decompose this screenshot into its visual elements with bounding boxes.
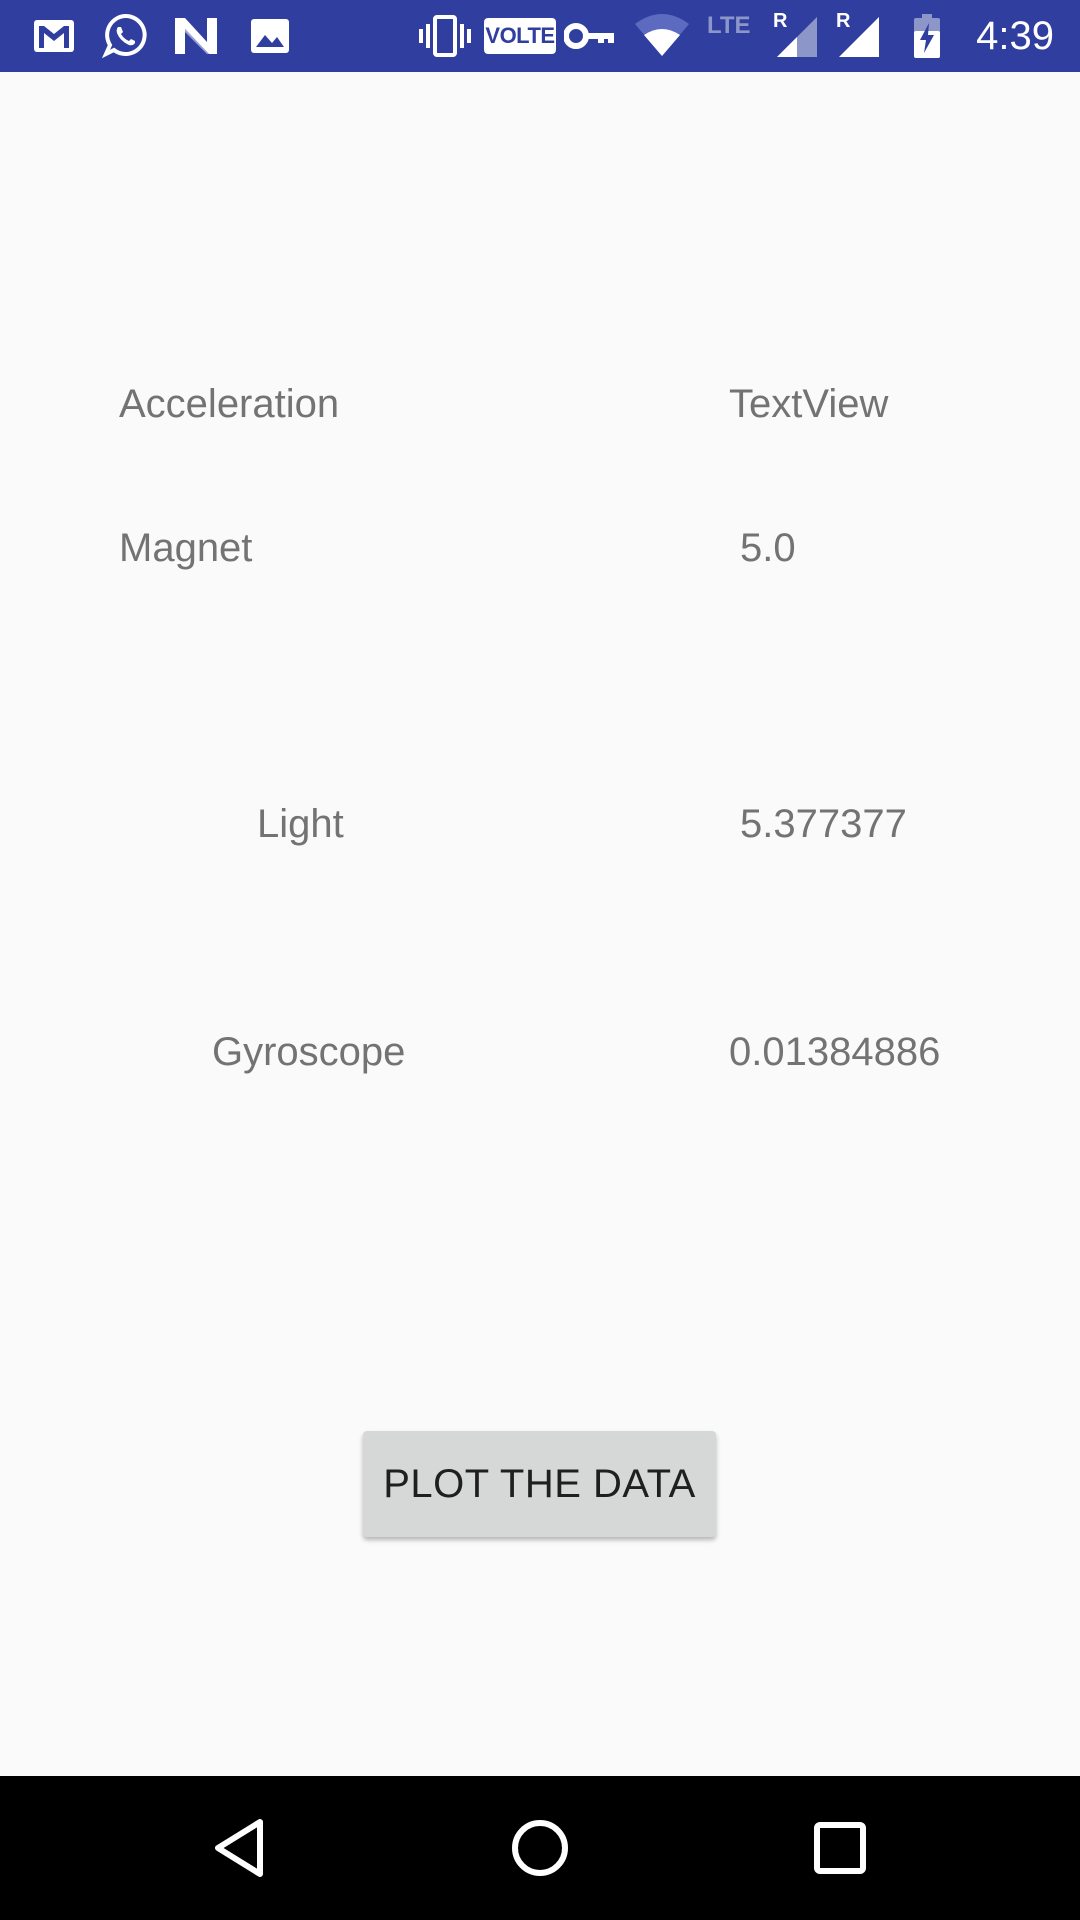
acceleration-value: TextView — [729, 382, 889, 426]
gallery-icon — [248, 0, 292, 72]
signal-icon-2 — [836, 0, 882, 72]
acceleration-label: Acceleration — [119, 382, 340, 426]
recents-button[interactable] — [760, 1776, 920, 1920]
gmail-icon — [32, 0, 76, 72]
gyroscope-label: Gyroscope — [212, 1030, 406, 1074]
magnet-value: 5.0 — [740, 526, 796, 570]
light-value: 5.377377 — [740, 802, 907, 846]
home-button[interactable] — [460, 1776, 620, 1920]
whatsapp-icon — [100, 0, 150, 72]
n-app-icon — [172, 0, 220, 72]
wifi-icon — [632, 0, 692, 72]
light-label: Light — [257, 802, 344, 846]
battery-charging-icon — [910, 0, 944, 72]
home-icon — [512, 1820, 568, 1876]
sensor-screen: Acceleration TextView Magnet 5.0 Light 5… — [0, 72, 1080, 1776]
lte-label: LTE — [707, 12, 751, 39]
magnet-label: Magnet — [119, 526, 253, 570]
back-button[interactable] — [160, 1776, 320, 1920]
clock: 4:39 — [976, 14, 1054, 58]
status-bar: VOLTE LTE R R 4:39 — [0, 0, 1080, 72]
plot-data-button[interactable]: PLOT THE DATA — [363, 1431, 716, 1537]
back-icon — [215, 1819, 263, 1877]
navigation-bar — [0, 1776, 1080, 1920]
gyroscope-value: 0.01384886 — [729, 1030, 941, 1074]
signal-icon — [774, 0, 820, 72]
recents-icon — [814, 1822, 866, 1874]
volte-badge: VOLTE — [484, 18, 556, 54]
vibrate-icon — [416, 0, 474, 72]
vpn-key-icon — [564, 0, 616, 72]
